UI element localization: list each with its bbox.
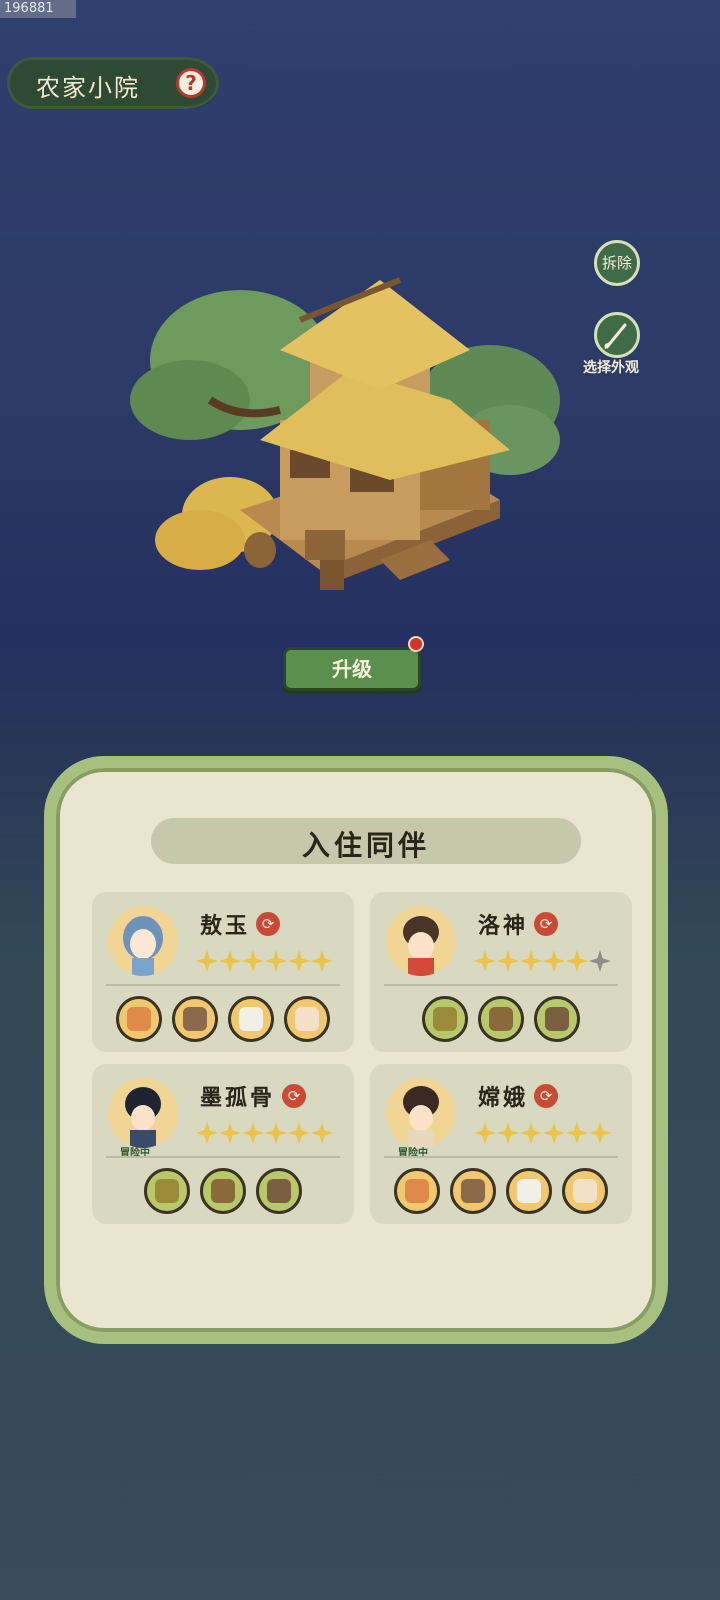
star-rating xyxy=(196,1122,334,1148)
star-icon xyxy=(566,1122,588,1144)
star-icon xyxy=(566,950,588,972)
star-icon xyxy=(520,950,542,972)
star-icon xyxy=(543,1122,565,1144)
skill-row xyxy=(92,1168,354,1214)
skill-row xyxy=(370,1168,632,1214)
star-icon xyxy=(219,950,241,972)
star-icon xyxy=(196,1122,218,1144)
divider xyxy=(384,984,618,986)
star-icon xyxy=(543,950,565,972)
star-icon xyxy=(288,950,310,972)
upgrade-button[interactable]: 升级 xyxy=(283,647,421,691)
star-icon xyxy=(265,1122,287,1144)
hoe-skill-icon[interactable] xyxy=(478,996,524,1042)
divider xyxy=(106,1156,340,1158)
companion-name: 敖玉 xyxy=(200,913,251,939)
divider xyxy=(384,1156,618,1158)
star-icon xyxy=(288,1122,310,1144)
skill-row xyxy=(92,996,354,1042)
star-rating xyxy=(474,1122,612,1148)
star-rating xyxy=(474,950,612,976)
star-empty-icon xyxy=(589,950,611,972)
companion-portrait xyxy=(386,1078,456,1148)
fish-skill-icon[interactable] xyxy=(116,996,162,1042)
star-icon xyxy=(520,1122,542,1144)
swap-icon[interactable]: ⟳ xyxy=(256,912,280,936)
watering-skill-icon[interactable] xyxy=(256,1168,302,1214)
star-icon xyxy=(242,1122,264,1144)
star-icon xyxy=(497,950,519,972)
star-icon xyxy=(196,950,218,972)
title-plaque: 农家小院 ? xyxy=(10,60,216,106)
demolish-button[interactable]: 拆除 xyxy=(594,240,640,286)
crop-skill-icon[interactable] xyxy=(144,1168,190,1214)
crop-skill-icon[interactable] xyxy=(422,996,468,1042)
star-rating xyxy=(196,950,334,976)
appearance-label: 选择外观 xyxy=(583,360,639,376)
companion-card-4[interactable]: 冒险中 嫦娥 ⟳ xyxy=(370,1064,632,1224)
star-icon xyxy=(474,1122,496,1144)
cat-skill-icon[interactable] xyxy=(284,996,330,1042)
companion-card-2[interactable]: 洛神 ⟳ xyxy=(370,892,632,1052)
star-icon xyxy=(311,1122,333,1144)
build-id: 196881 xyxy=(0,0,76,18)
swap-icon[interactable]: ⟳ xyxy=(534,1084,558,1108)
basket-skill-icon[interactable] xyxy=(172,996,218,1042)
companion-name: 嫦娥 xyxy=(478,1085,529,1111)
star-icon xyxy=(242,950,264,972)
panel-title: 入住同伴 xyxy=(301,829,430,862)
fish-skill-icon[interactable] xyxy=(394,1168,440,1214)
basket-skill-icon[interactable] xyxy=(450,1168,496,1214)
farmhouse-illustration xyxy=(130,277,560,590)
divider xyxy=(106,984,340,986)
companion-card-1[interactable]: 敖玉 ⟳ xyxy=(92,892,354,1052)
companion-card-3[interactable]: 冒险中 墨孤骨 ⟳ xyxy=(92,1064,354,1224)
companions-panel: 入住同伴 敖玉 ⟳ 洛神 ⟳ 冒险中 墨孤骨 ⟳ 冒险中 嫦娥 ⟳ xyxy=(44,756,668,1344)
sheep-skill-icon[interactable] xyxy=(506,1168,552,1214)
companion-portrait xyxy=(386,906,456,976)
star-icon xyxy=(497,1122,519,1144)
brush-icon xyxy=(604,323,627,349)
appearance-button[interactable] xyxy=(594,312,640,358)
question-icon[interactable]: ? xyxy=(176,68,206,98)
page-title: 农家小院 xyxy=(36,74,140,102)
star-icon xyxy=(311,950,333,972)
notification-dot xyxy=(408,636,424,652)
cat-skill-icon[interactable] xyxy=(562,1168,608,1214)
swap-icon[interactable]: ⟳ xyxy=(534,912,558,936)
swap-icon[interactable]: ⟳ xyxy=(282,1084,306,1108)
skill-row xyxy=(370,996,632,1042)
panel-title-bar: 入住同伴 xyxy=(151,818,581,864)
star-icon xyxy=(589,1122,611,1144)
companion-name: 洛神 xyxy=(478,913,529,939)
companion-name: 墨孤骨 xyxy=(200,1085,276,1111)
watering-skill-icon[interactable] xyxy=(534,996,580,1042)
sheep-skill-icon[interactable] xyxy=(228,996,274,1042)
hoe-skill-icon[interactable] xyxy=(200,1168,246,1214)
star-icon xyxy=(474,950,496,972)
star-icon xyxy=(265,950,287,972)
star-icon xyxy=(219,1122,241,1144)
companion-portrait xyxy=(108,906,178,976)
companion-portrait xyxy=(108,1078,178,1148)
